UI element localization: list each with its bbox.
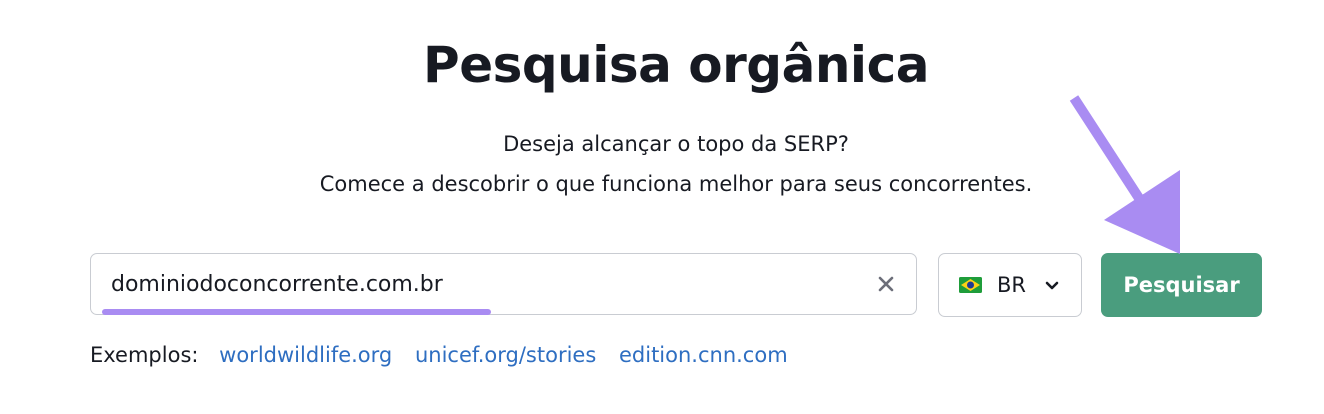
example-link-cnn[interactable]: edition.cnn.com [619, 343, 788, 367]
close-icon[interactable] [875, 273, 897, 295]
brazil-flag-icon [959, 277, 982, 293]
subtitle-line-2: Comece a descobrir o que funciona melhor… [319, 172, 1033, 196]
search-box[interactable] [90, 253, 917, 315]
page-title: Pesquisa orgânica [423, 36, 929, 94]
chevron-down-icon [1045, 281, 1059, 290]
examples-label: Exemplos: [90, 343, 199, 367]
subtitle-line-1: Deseja alcançar o topo da SERP? [503, 132, 849, 156]
domain-search-input[interactable] [111, 254, 851, 314]
country-select[interactable]: BR [938, 253, 1082, 317]
country-code: BR [997, 273, 1026, 297]
example-link-worldwildlife[interactable]: worldwildlife.org [219, 343, 392, 367]
input-highlight-underline [102, 309, 491, 315]
examples-row: Exemplos: worldwildlife.org unicef.org/s… [90, 340, 804, 370]
search-button[interactable]: Pesquisar [1101, 253, 1262, 317]
example-link-unicef[interactable]: unicef.org/stories [415, 343, 596, 367]
